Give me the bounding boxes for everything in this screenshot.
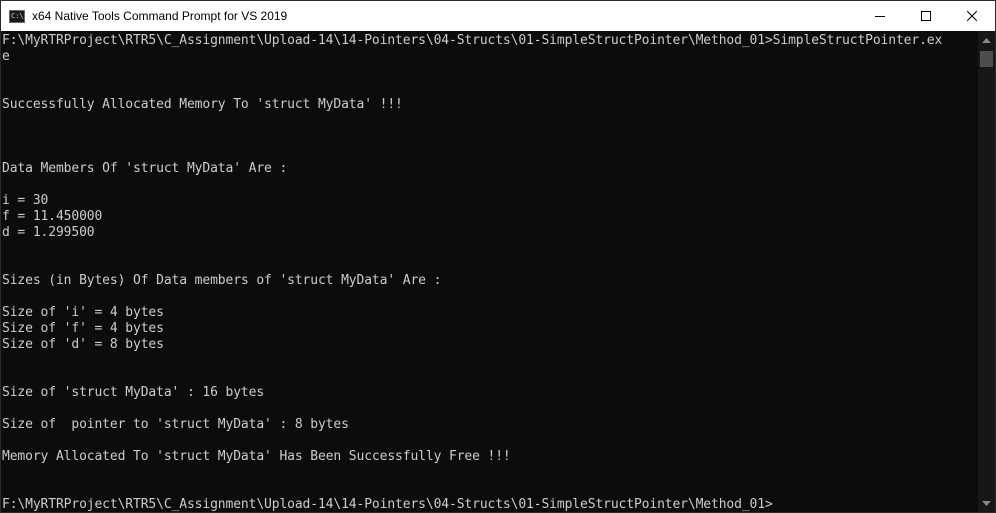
command-prompt-icon[interactable]: C:\ — [9, 9, 25, 23]
console-line: Size of 'd' = 8 bytes — [2, 337, 164, 352]
close-button[interactable] — [949, 1, 995, 31]
console-line: i = 30 — [2, 193, 49, 208]
scroll-down-button[interactable] — [978, 495, 995, 512]
console-line: Successfully Allocated Memory To 'struct… — [2, 97, 403, 112]
close-icon — [967, 11, 977, 21]
vertical-scrollbar[interactable] — [978, 31, 995, 512]
window-title: x64 Native Tools Command Prompt for VS 2… — [32, 9, 288, 23]
console-line: F:\MyRTRProject\RTR5\C_Assignment\Upload… — [2, 33, 943, 48]
console-line: F:\MyRTRProject\RTR5\C_Assignment\Upload… — [2, 497, 773, 512]
icon-glyph: C:\ — [11, 11, 24, 20]
console-line: Data Members Of 'struct MyData' Are : — [2, 161, 288, 176]
console-line: Size of 'f' = 4 bytes — [2, 321, 164, 336]
console-line: Size of pointer to 'struct MyData' : 8 b… — [2, 417, 349, 432]
console-line: Size of 'i' = 4 bytes — [2, 305, 164, 320]
console-line: Memory Allocated To 'struct MyData' Has … — [2, 449, 511, 464]
maximize-button[interactable] — [903, 1, 949, 31]
maximize-icon — [921, 11, 931, 21]
console-line: Sizes (in Bytes) Of Data members of 'str… — [2, 273, 442, 288]
scroll-down-arrow-icon — [982, 500, 991, 506]
console-line: Size of 'struct MyData' : 16 bytes — [2, 385, 265, 400]
scroll-up-arrow-icon — [982, 37, 991, 43]
scroll-thumb[interactable] — [980, 51, 993, 67]
title-bar[interactable]: C:\ x64 Native Tools Command Prompt for … — [1, 1, 995, 31]
console-window: C:\ x64 Native Tools Command Prompt for … — [0, 0, 996, 513]
console-line: e — [2, 49, 10, 64]
minimize-icon — [875, 16, 885, 17]
minimize-button[interactable] — [857, 1, 903, 31]
window-controls — [857, 1, 995, 31]
console-line: d = 1.299500 — [2, 225, 95, 240]
console-output[interactable]: F:\MyRTRProject\RTR5\C_Assignment\Upload… — [1, 31, 978, 512]
console-line: f = 11.450000 — [2, 209, 103, 224]
scroll-up-button[interactable] — [978, 31, 995, 48]
